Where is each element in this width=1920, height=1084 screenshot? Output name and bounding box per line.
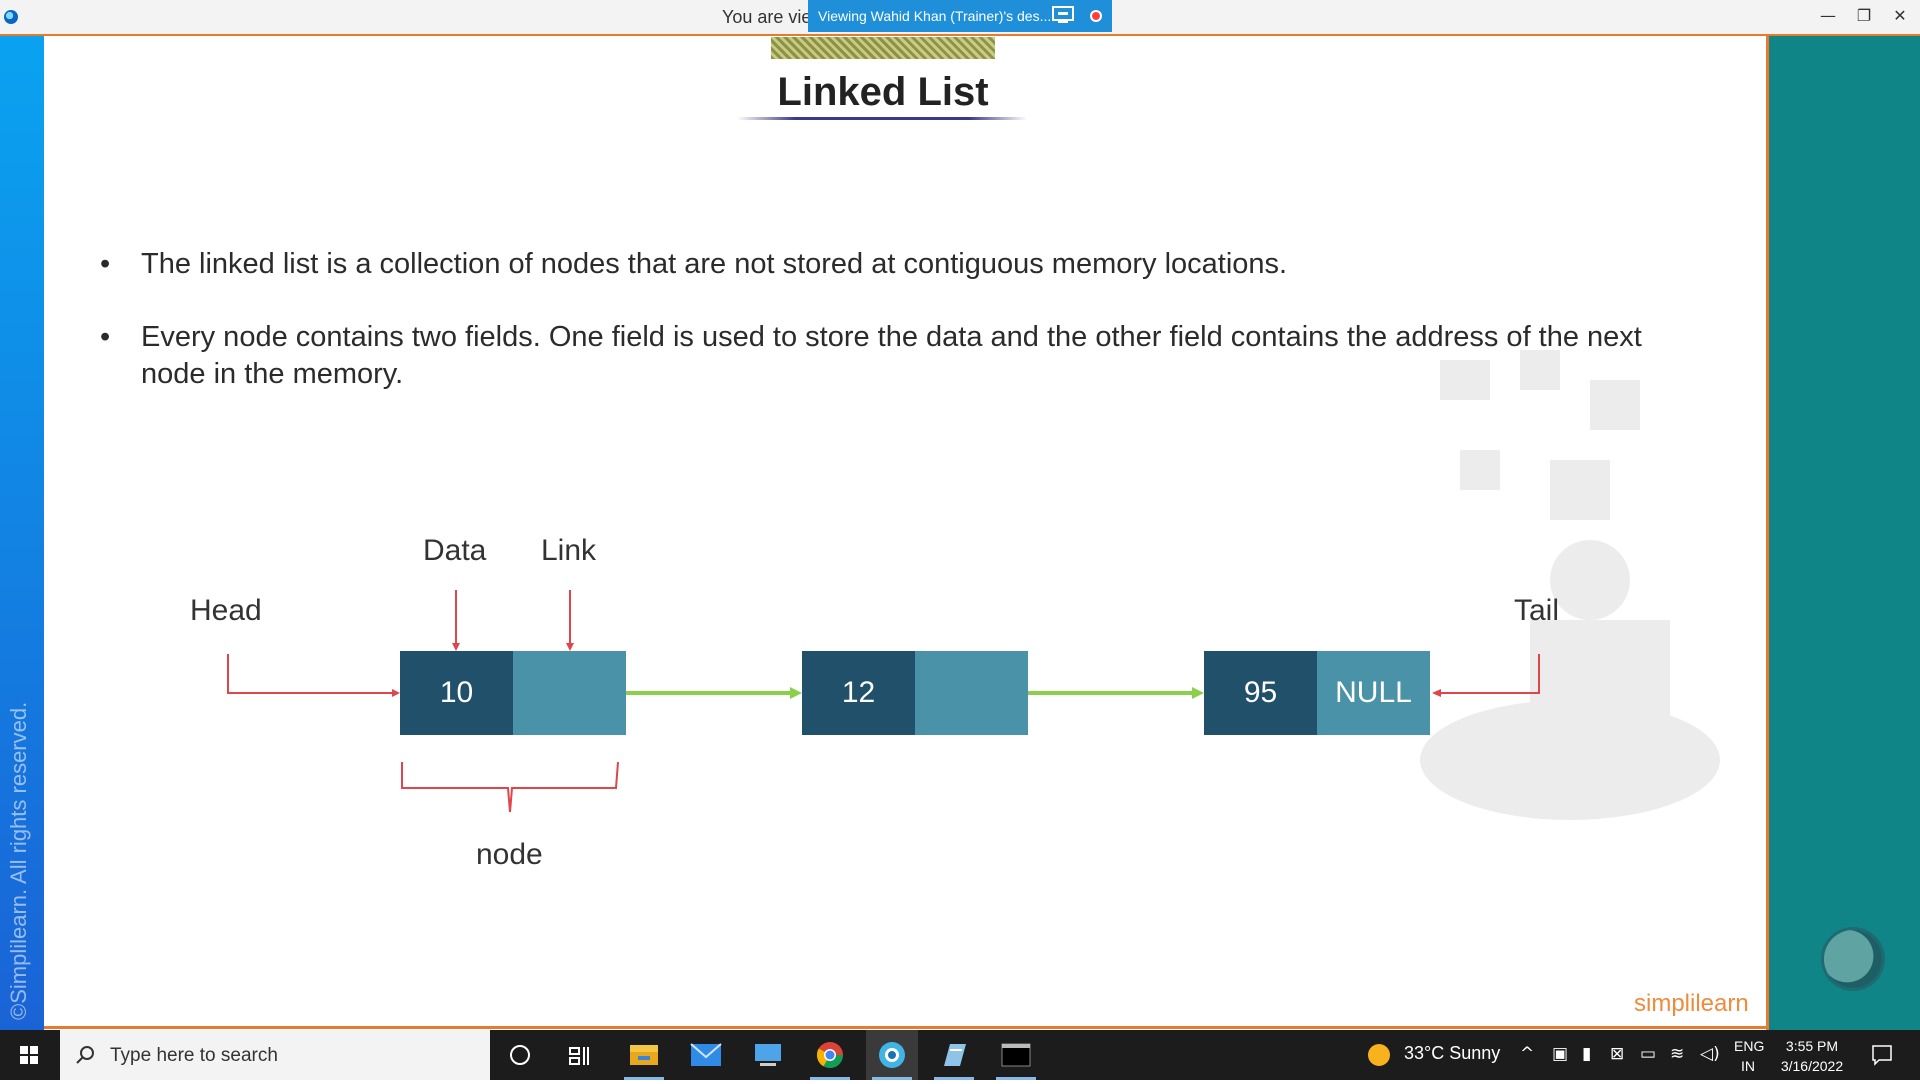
file-explorer-icon[interactable] bbox=[618, 1030, 670, 1080]
tail-arrowhead bbox=[1432, 689, 1441, 697]
camera-icon[interactable]: ▣ bbox=[1552, 1044, 1568, 1064]
weather-sun-icon bbox=[1368, 1044, 1390, 1066]
search-placeholder: Type here to search bbox=[110, 1045, 278, 1066]
meeting-side-panel bbox=[1766, 36, 1920, 1030]
region-code: IN bbox=[1741, 1058, 1755, 1074]
tail-label: Tail bbox=[1514, 594, 1560, 627]
minimize-button[interactable]: — bbox=[1817, 6, 1839, 28]
node-2-link-cell bbox=[915, 651, 1028, 735]
clock-date: 3/16/2022 bbox=[1780, 1058, 1844, 1074]
node-3-data-cell: 95 bbox=[1204, 651, 1317, 735]
webex-icon[interactable] bbox=[866, 1030, 918, 1080]
next-arrowhead-1 bbox=[790, 687, 802, 699]
head-pointer-line bbox=[227, 654, 394, 694]
chevron-up-icon[interactable]: ^ bbox=[1520, 1044, 1534, 1064]
diagram-connectors bbox=[227, 590, 1540, 813]
link-label: Link bbox=[541, 534, 597, 567]
language-indicator[interactable]: ENG IN bbox=[1734, 1036, 1765, 1076]
system-clock[interactable]: 3:55 PM 3/16/2022 bbox=[1774, 1036, 1850, 1076]
volume-icon[interactable]: ◁) bbox=[1700, 1044, 1720, 1064]
link-arrowhead bbox=[566, 643, 574, 651]
windows-start-icon[interactable] bbox=[0, 1030, 58, 1080]
taskbar-search-input[interactable]: Type here to search bbox=[60, 1030, 490, 1080]
remote-desktop-icon[interactable] bbox=[742, 1030, 794, 1080]
wifi-icon[interactable]: ≋ bbox=[1670, 1044, 1684, 1064]
mail-icon[interactable] bbox=[680, 1030, 732, 1080]
linked-list-diagram: Head Tail Data Link node 10 12 95 NULL bbox=[0, 0, 1766, 1030]
chrome-icon[interactable] bbox=[804, 1030, 856, 1080]
notification-icon[interactable] bbox=[1870, 1043, 1894, 1067]
task-view-icon[interactable] bbox=[554, 1030, 606, 1080]
node-1-data-cell: 10 bbox=[400, 651, 513, 735]
node-1-link-cell bbox=[513, 651, 626, 735]
tail-pointer-line bbox=[1440, 654, 1540, 694]
weather-status[interactable]: 33°C Sunny bbox=[1404, 1043, 1500, 1064]
battery-icon[interactable]: ▭ bbox=[1640, 1044, 1656, 1064]
meeting-assistant-icon[interactable] bbox=[1824, 930, 1882, 988]
head-arrowhead bbox=[392, 689, 400, 697]
clock-time: 3:55 PM bbox=[1785, 1038, 1839, 1054]
microphone-icon[interactable]: ▮ bbox=[1582, 1044, 1591, 1064]
data-label: Data bbox=[423, 534, 487, 567]
restore-button[interactable]: ❐ bbox=[1853, 6, 1875, 28]
data-arrowhead bbox=[452, 643, 460, 651]
node-brace bbox=[401, 761, 619, 813]
node-label: node bbox=[476, 838, 543, 871]
security-icon[interactable]: ⊠ bbox=[1610, 1044, 1624, 1064]
head-label: Head bbox=[190, 594, 262, 627]
terminal-icon[interactable] bbox=[990, 1030, 1042, 1080]
simplilearn-logo: simplilearn bbox=[1634, 990, 1749, 1017]
taskbar: Type here to search 33°C Sunny ^ ▣ ▮ ⊠ ▭… bbox=[0, 1030, 1920, 1080]
close-button[interactable]: ✕ bbox=[1889, 6, 1911, 28]
search-icon bbox=[76, 1046, 94, 1064]
cortana-icon[interactable] bbox=[494, 1030, 546, 1080]
language-code: ENG bbox=[1734, 1038, 1765, 1054]
notepad-icon[interactable] bbox=[928, 1030, 980, 1080]
next-arrowhead-2 bbox=[1192, 687, 1204, 699]
node-3-link-cell: NULL bbox=[1317, 651, 1430, 735]
node-2-data-cell: 12 bbox=[802, 651, 915, 735]
